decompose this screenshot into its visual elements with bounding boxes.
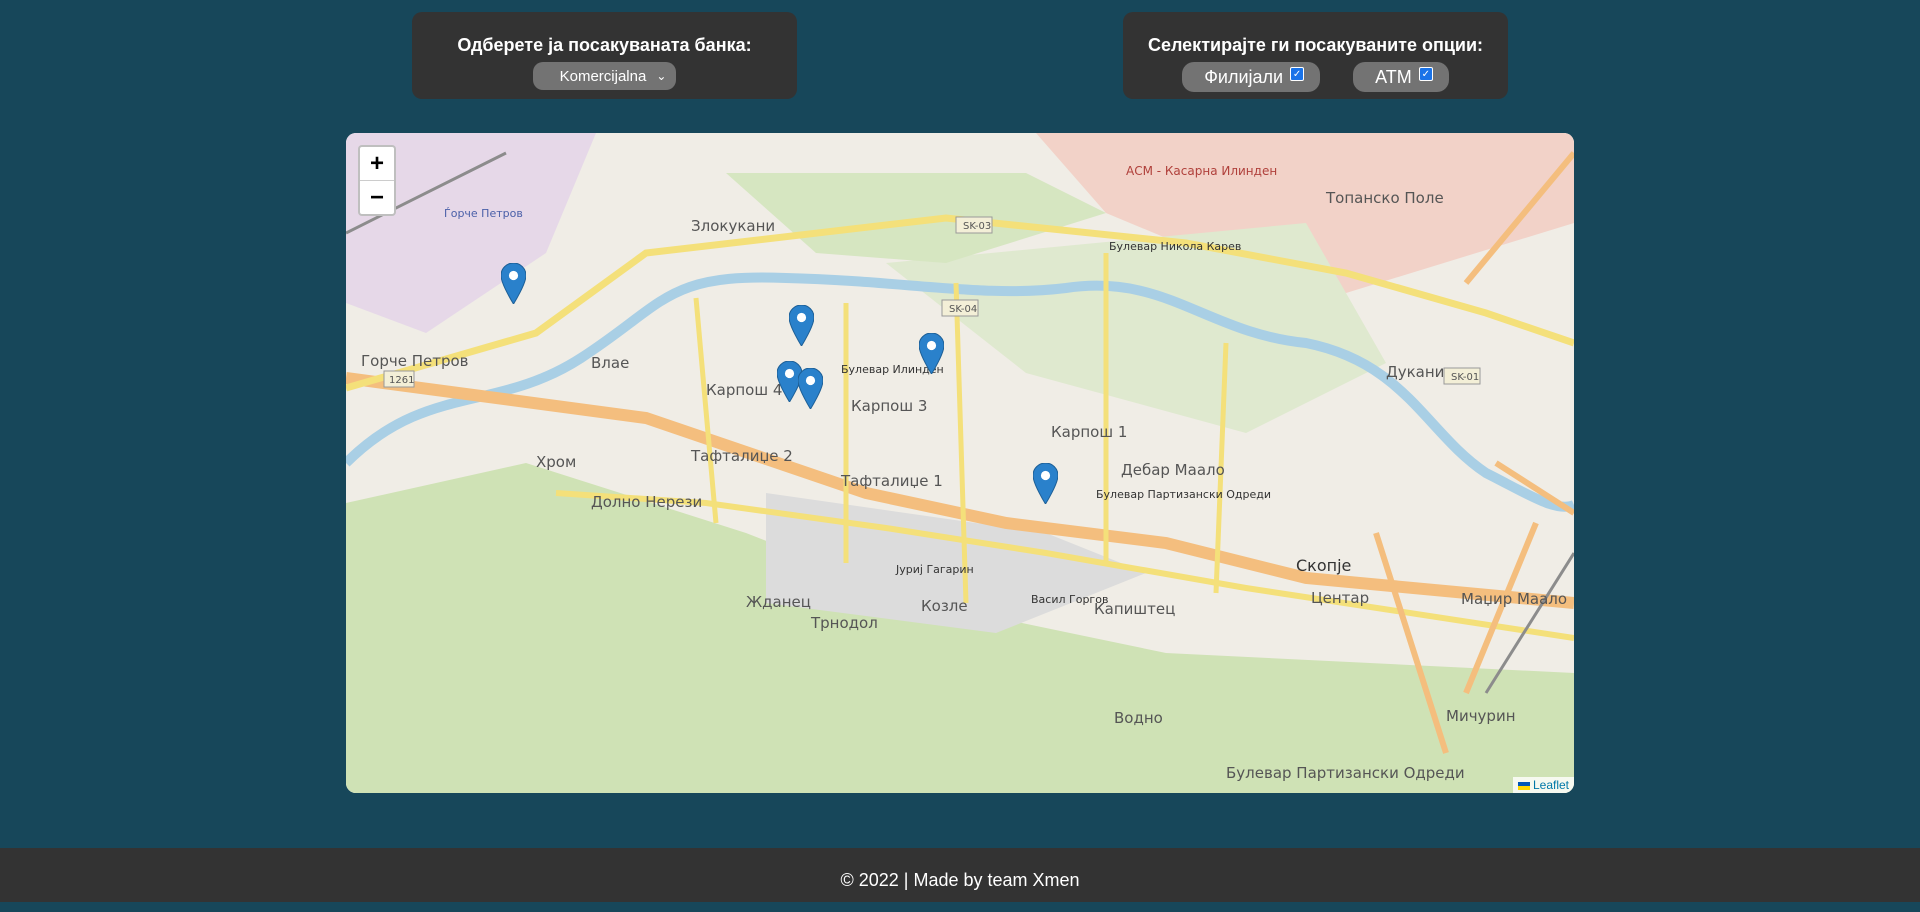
map-container[interactable]: Горче Петров Злокукани Влае Карпош 4 Кар…: [346, 133, 1574, 793]
route-badge: SK-04: [949, 304, 977, 315]
road-label: Јуриј Гагарин: [895, 563, 974, 576]
map-label: АСМ - Касарна Илинден: [1126, 164, 1277, 178]
options-panel: Селектирајте ги посакуваните опции: Фили…: [1123, 12, 1508, 99]
map-marker-icon: [789, 305, 814, 346]
map-label: Ѓорче Петров: [444, 207, 523, 220]
map-label: Злокукани: [691, 217, 775, 235]
map-label: Козле: [921, 597, 968, 615]
bank-marker[interactable]: [919, 333, 944, 374]
atm-label: ATM: [1375, 66, 1412, 87]
bank-select-dropdown[interactable]: Komercijalna ⌄: [532, 62, 677, 90]
footer-text: © 2022 | Made by team Xmen: [840, 870, 1080, 890]
zoom-out-button[interactable]: −: [360, 180, 394, 214]
map-label: Тафталиџе 2: [690, 447, 793, 465]
map-label: Маџир Маало: [1461, 590, 1567, 608]
branches-checkbox[interactable]: ✓: [1290, 67, 1305, 81]
route-badge: SK-03: [963, 221, 991, 232]
map-tiles[interactable]: Горче Петров Злокукани Влае Карпош 4 Кар…: [346, 133, 1574, 793]
map-label: Хром: [536, 453, 576, 471]
bank-select-panel: Одберете ја посакуваната банка: Komercij…: [412, 12, 797, 99]
footer: © 2022 | Made by team Xmen: [0, 848, 1920, 902]
branches-option[interactable]: Филијали ✓: [1182, 62, 1321, 92]
map-label: Горче Петров: [361, 352, 469, 370]
ukraine-flag-icon: [1517, 781, 1530, 790]
map-marker-icon: [501, 263, 526, 304]
map-label: Топанско Поле: [1325, 189, 1444, 207]
map-label: Карпош 3: [851, 397, 927, 415]
options-title: Селектирајте ги посакуваните опции:: [1147, 35, 1484, 55]
map-label: Долно Нерези: [591, 493, 702, 511]
road-label: Васил Горгов: [1031, 593, 1108, 606]
road-label: Булевар Никола Карев: [1109, 240, 1241, 253]
bank-marker[interactable]: [789, 305, 814, 346]
zoom-control: + −: [358, 145, 396, 216]
atm-option[interactable]: ATM ✓: [1353, 62, 1449, 92]
map-label: Мичурин: [1446, 707, 1516, 725]
leaflet-attribution[interactable]: Leaflet: [1512, 777, 1574, 793]
map-label: Дебар Маало: [1121, 461, 1225, 479]
bank-marker[interactable]: [501, 263, 526, 304]
map-label: Влае: [591, 354, 629, 372]
map-label: Жданец: [746, 593, 811, 611]
map-label: Водно: [1114, 709, 1163, 727]
bank-select-title: Одберете ја посакуваната банка:: [457, 35, 752, 55]
attribution-link[interactable]: Leaflet: [1533, 778, 1569, 792]
route-badge: 1261: [389, 375, 414, 386]
map-label: Скопје: [1296, 556, 1351, 575]
branches-label: Филијали: [1204, 66, 1284, 87]
map-marker-icon: [798, 368, 823, 409]
map-label: Трнодол: [810, 614, 878, 632]
map-label: Булевар Партизански Одреди: [1226, 764, 1465, 782]
map-label: Карпош 4: [706, 381, 782, 399]
road-label: Булевар Партизански Одреди: [1096, 488, 1271, 501]
route-badge: SK-01: [1451, 372, 1479, 383]
chevron-down-icon: ⌄: [656, 69, 667, 83]
bank-marker[interactable]: [1033, 463, 1058, 504]
zoom-in-button[interactable]: +: [360, 147, 394, 180]
bank-select-value: Komercijalna: [559, 67, 647, 85]
bank-marker[interactable]: [798, 368, 823, 409]
atm-checkbox[interactable]: ✓: [1418, 67, 1433, 81]
map-label: Центар: [1311, 589, 1369, 607]
map-label: Тафталиџе 1: [840, 472, 943, 490]
map-marker-icon: [1033, 463, 1058, 504]
map-label: Карпош 1: [1051, 423, 1127, 441]
map-marker-icon: [919, 333, 944, 374]
